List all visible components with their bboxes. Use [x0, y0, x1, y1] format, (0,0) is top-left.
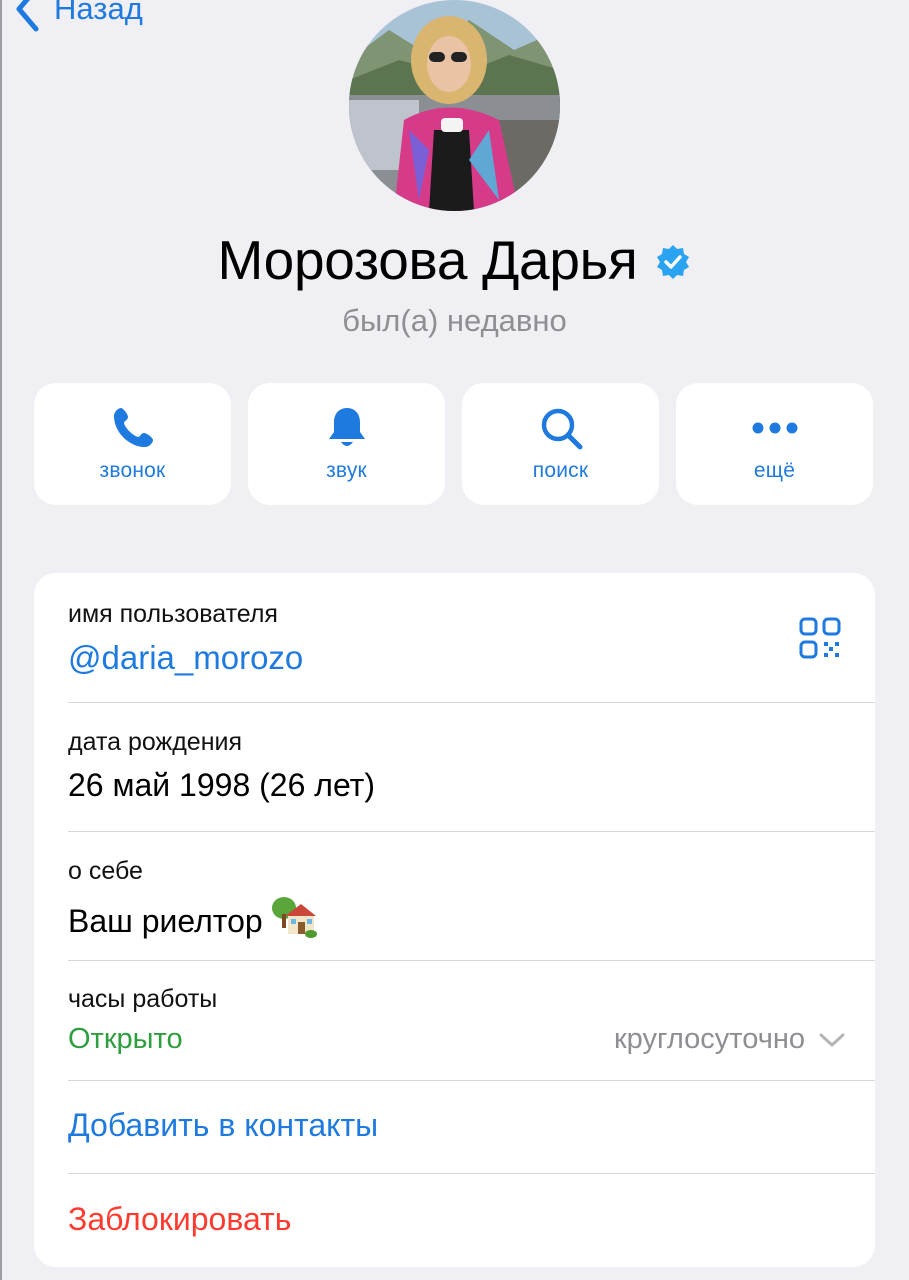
- hours-status: Открыто: [68, 1023, 183, 1055]
- bio-label: о себе: [68, 857, 143, 885]
- sound-label: звук: [326, 459, 367, 482]
- call-button[interactable]: звонок: [34, 383, 231, 505]
- more-button[interactable]: ещё: [676, 383, 873, 505]
- qr-code-icon[interactable]: [799, 617, 841, 659]
- search-label: поиск: [532, 459, 589, 482]
- business-hours-row[interactable]: часы работы Открыто круглосуточно: [34, 961, 875, 1080]
- add-contact-row[interactable]: Добавить в контакты: [34, 1081, 875, 1173]
- hours-value: круглосуточно: [613, 1023, 805, 1055]
- add-contact-button[interactable]: Добавить в контакты: [68, 1107, 378, 1144]
- sound-button[interactable]: звук: [248, 383, 445, 505]
- phone-icon: [113, 408, 153, 447]
- profile-info-card: имя пользователя @daria_morozo дата рожд…: [34, 573, 875, 1267]
- last-seen-status: был(а) недавно: [342, 303, 567, 338]
- avatar[interactable]: [349, 0, 560, 211]
- chevron-down-icon: [819, 1033, 845, 1046]
- search-button[interactable]: поиск: [462, 383, 659, 505]
- bell-icon: [328, 408, 365, 446]
- back-button[interactable]: Назад: [14, 0, 143, 32]
- block-button[interactable]: Заблокировать: [68, 1201, 291, 1238]
- bio-row: о себе Ваш риелтор: [34, 832, 875, 960]
- call-label: звонок: [99, 459, 166, 482]
- bio-value: Ваш риелтор: [68, 896, 317, 940]
- username-value[interactable]: @daria_morozo: [68, 639, 303, 677]
- verified-badge-icon: [657, 245, 690, 279]
- chevron-left-icon: [16, 0, 39, 32]
- birthday-label: дата рождения: [68, 728, 243, 756]
- username-row[interactable]: имя пользователя @daria_morozo: [34, 573, 875, 702]
- birthday-row: дата рождения 26 май 1998 (26 лет): [34, 703, 875, 831]
- more-icon: [752, 422, 797, 434]
- search-icon: [541, 408, 582, 450]
- back-label: Назад: [54, 0, 143, 26]
- house-with-garden-icon: [271, 897, 317, 938]
- profile-name: Морозова Дарья: [217, 229, 638, 291]
- profile-name-row: Морозова Дарья: [0, 228, 909, 292]
- birthday-value: 26 май 1998 (26 лет): [68, 767, 375, 803]
- username-label: имя пользователя: [68, 600, 278, 628]
- block-row[interactable]: Заблокировать: [34, 1174, 875, 1267]
- hours-label: часы работы: [68, 985, 218, 1013]
- action-buttons: звонок звук поиск ещё: [34, 383, 875, 505]
- window-edge: [0, 0, 2, 1280]
- bio-text: Ваш риелтор: [68, 903, 263, 939]
- more-label: ещё: [753, 459, 796, 482]
- hours-schedule[interactable]: круглосуточно: [614, 1023, 845, 1056]
